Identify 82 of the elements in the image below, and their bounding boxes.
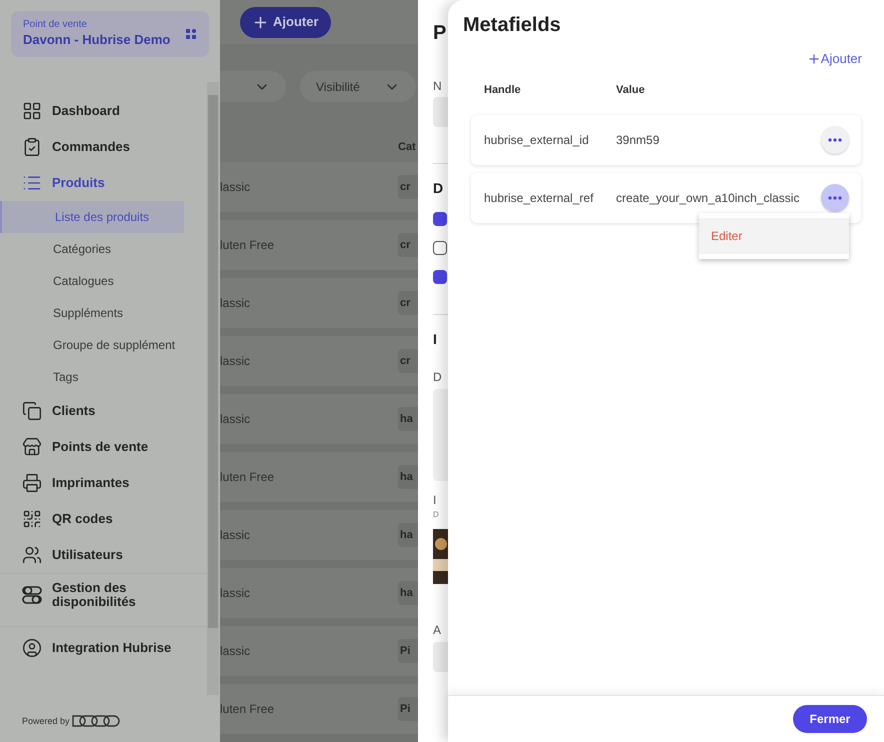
- column-header: Value: [616, 82, 645, 98]
- more-button[interactable]: [821, 126, 849, 154]
- copy-icon: [22, 401, 42, 421]
- logo-icon: [72, 715, 120, 728]
- plus-icon: [806, 52, 821, 66]
- user-icon: [22, 638, 42, 658]
- section-heading: I: [433, 330, 438, 349]
- field-label: D: [433, 369, 443, 386]
- nav-item[interactable]: Utilisateurs: [0, 537, 206, 573]
- add-button[interactable]: Ajouter: [240, 6, 330, 38]
- more-icon: [828, 138, 842, 142]
- menu-item[interactable]: Editer: [699, 218, 849, 254]
- clipboard-icon: [22, 137, 42, 157]
- grid-icon: [186, 28, 197, 40]
- category-tag: ha: [398, 465, 418, 489]
- more-icon: [828, 196, 842, 200]
- table-row[interactable]: luten Free ha: [220, 452, 418, 502]
- section-heading: D: [433, 179, 444, 198]
- users-icon: [22, 545, 42, 565]
- toggles-icon: [22, 585, 42, 605]
- nav-item[interactable]: Integration Hubrise: [0, 630, 206, 666]
- dashboard-icon: [22, 101, 42, 121]
- filter-dropdown[interactable]: Visibilité: [300, 71, 416, 102]
- category-tag: Pi: [398, 697, 418, 721]
- powered-by-text: Powered by: [22, 714, 70, 728]
- close-button[interactable]: Fermer: [793, 705, 867, 733]
- more-button[interactable]: [821, 184, 849, 212]
- category-tag: ha: [398, 407, 418, 431]
- table-row[interactable]: lassic ha: [220, 510, 418, 560]
- value-text: 39nm59: [616, 132, 660, 149]
- handle-text: hubrise_external_ref: [484, 190, 594, 207]
- table-row[interactable]: lassic cr: [220, 162, 418, 212]
- category-tag: Pi: [398, 639, 418, 663]
- table-row[interactable]: luten Free cr: [220, 220, 418, 270]
- nav-item[interactable]: Commandes: [0, 129, 206, 165]
- column-header: Handle: [484, 82, 522, 98]
- nav-subitem[interactable]: Liste des produits: [0, 201, 184, 233]
- field-label: A: [433, 622, 442, 639]
- input-field[interactable]: [433, 642, 448, 672]
- table-row[interactable]: lassic ha: [220, 568, 418, 618]
- table-row[interactable]: lassic cr: [220, 336, 418, 386]
- category-tag: cr: [398, 233, 418, 257]
- add-link[interactable]: Ajouter: [806, 49, 862, 68]
- hint-text: D: [433, 509, 440, 521]
- category-tag: ha: [398, 523, 418, 547]
- category-tag: cr: [398, 291, 418, 315]
- table-row[interactable]: lassic Pi: [220, 626, 418, 676]
- category-tag: ha: [398, 581, 418, 605]
- panel-title: Metafields: [463, 13, 562, 38]
- column-header: Cat: [398, 140, 417, 156]
- nav-subitem[interactable]: Groupe de supplément: [0, 329, 206, 361]
- nav-item[interactable]: Points de vente: [0, 429, 206, 465]
- store-icon: [22, 437, 42, 457]
- checkbox[interactable]: [433, 212, 447, 226]
- checkbox[interactable]: [433, 241, 447, 255]
- qr-code-icon: [22, 509, 42, 529]
- checkbox[interactable]: [433, 270, 447, 284]
- category-tag: cr: [398, 349, 418, 373]
- nav-item[interactable]: Dashboard: [0, 93, 206, 129]
- category-tag: cr: [398, 175, 418, 199]
- store-card[interactable]: Point de vente Davonn - Hubrise Demo: [11, 11, 209, 57]
- nav-subitem[interactable]: Suppléments: [0, 297, 206, 329]
- value-text: create_your_own_a10inch_classic: [616, 190, 800, 207]
- nav-item[interactable]: Clients: [0, 393, 206, 429]
- scrollbar[interactable]: [207, 82, 219, 695]
- nav-item[interactable]: Gestion des disponibilités: [0, 577, 206, 613]
- handle-text: hubrise_external_id: [484, 132, 590, 149]
- nav-subitem[interactable]: Catégories: [0, 233, 206, 265]
- nav-subitem[interactable]: Tags: [0, 361, 206, 393]
- nav-item[interactable]: QR codes: [0, 501, 206, 537]
- table-row[interactable]: lassic ha: [220, 394, 418, 444]
- table-row[interactable]: lassic cr: [220, 278, 418, 328]
- field-label: I: [433, 492, 438, 509]
- table-row[interactable]: luten Free Pi: [220, 684, 418, 734]
- printer-icon: [22, 473, 42, 493]
- nav-item[interactable]: Produits: [0, 165, 206, 201]
- field-label: N: [433, 78, 443, 95]
- store-name: Davonn - Hubrise Demo: [23, 31, 170, 49]
- store-label: Point de vente: [23, 19, 88, 31]
- nav-subitem[interactable]: Catalogues: [0, 265, 206, 297]
- input-field[interactable]: [433, 97, 448, 127]
- nav-item[interactable]: Imprimantes: [0, 465, 206, 501]
